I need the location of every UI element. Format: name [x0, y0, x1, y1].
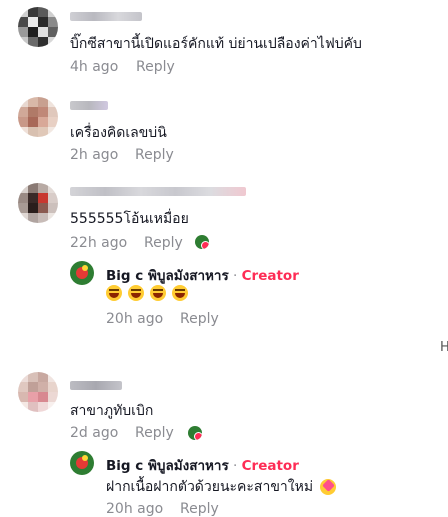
name-separator: ·	[228, 458, 242, 474]
comment-text: 555555โอ้นเหมื่อย	[70, 211, 189, 227]
comment-time: 22h ago	[70, 235, 128, 251]
reply-text-row: ฝากเนื้อฝากตัวด้วยนะคะสาขาใหม่	[106, 476, 336, 498]
reply-button[interactable]: Reply	[135, 147, 174, 163]
reply-text: ฝากเนื้อฝากตัวด้วยนะคะสาขาใหม่	[106, 479, 314, 495]
creator-avatar[interactable]	[70, 261, 94, 285]
creator-name[interactable]: Big c พิบูลมังสาหาร · Creator	[106, 454, 299, 476]
avatar[interactable]	[18, 7, 58, 47]
creator-badge: Creator	[241, 268, 299, 284]
laughing-emoji-icon	[150, 285, 166, 301]
avatar[interactable]	[18, 183, 58, 223]
comment-time: 2h ago	[70, 147, 119, 163]
creator-badge: Creator	[241, 458, 299, 474]
avatar[interactable]	[18, 97, 58, 137]
creator-liked-icon	[188, 426, 202, 440]
reply-time: 20h ago	[106, 501, 164, 517]
comment-text: บิ๊กซีสาขานี้เปิดแอร์คักแท้ บ่ย่านเปลือง…	[70, 36, 362, 52]
comment-text: สาขาภูทับเบิก	[70, 403, 154, 419]
reply-button[interactable]: Reply	[180, 501, 219, 517]
comment-time: 4h ago	[70, 59, 119, 75]
reply-emojis	[106, 285, 194, 301]
creator-name-text: Big c พิบูลมังสาหาร	[106, 458, 229, 474]
comment-time: 2d ago	[70, 425, 119, 441]
creator-name[interactable]: Big c พิบูลมังสาหาร · Creator	[106, 264, 299, 286]
name-separator: ·	[228, 268, 242, 284]
username-blurred[interactable]	[70, 12, 142, 21]
smiling-heart-emoji-icon	[319, 479, 336, 495]
reply-button[interactable]: Reply	[135, 425, 174, 441]
creator-name-text: Big c พิบูลมังสาหาร	[106, 268, 229, 284]
username-blurred[interactable]	[70, 187, 246, 196]
reply-button[interactable]: Reply	[136, 59, 175, 75]
reply-button[interactable]: Reply	[180, 311, 219, 327]
avatar[interactable]	[18, 372, 58, 412]
comment-text: เครื่องคิดเลขบ่นิ	[70, 125, 167, 141]
username-blurred[interactable]	[70, 101, 108, 110]
laughing-emoji-icon	[106, 285, 122, 301]
creator-liked-icon	[195, 235, 209, 249]
laughing-emoji-icon	[128, 285, 144, 301]
username-blurred[interactable]	[70, 381, 122, 390]
reply-button[interactable]: Reply	[144, 235, 183, 251]
reply-time: 20h ago	[106, 311, 164, 327]
edge-text: H	[440, 340, 448, 355]
laughing-emoji-icon	[172, 285, 188, 301]
creator-avatar[interactable]	[70, 451, 94, 475]
